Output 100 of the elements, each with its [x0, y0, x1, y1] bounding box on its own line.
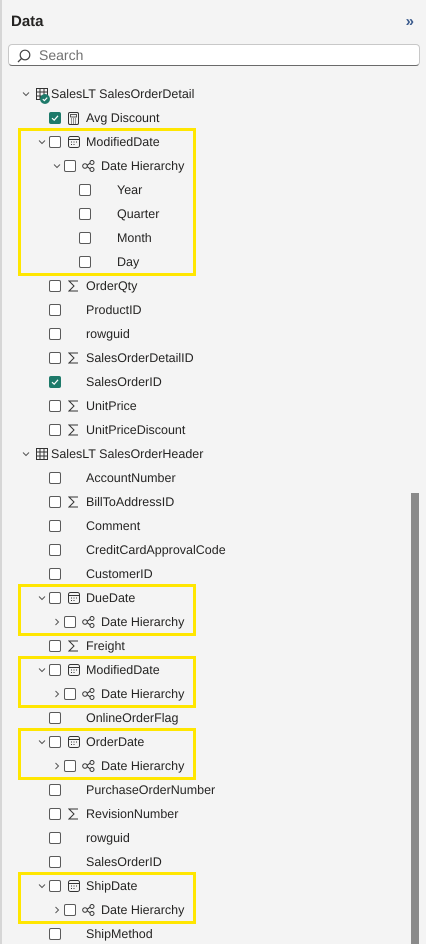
field-row[interactable]: ShipDate	[2, 874, 426, 898]
field-row[interactable]: Date Hierarchy	[2, 610, 426, 634]
checkbox[interactable]	[49, 832, 61, 844]
field-row[interactable]: Day	[2, 250, 426, 274]
field-row[interactable]: Avg Discount	[2, 106, 426, 130]
chevron-icon[interactable]	[38, 882, 46, 890]
field-row[interactable]: UnitPrice	[2, 394, 426, 418]
checkbox[interactable]	[49, 280, 61, 292]
chevron-icon[interactable]	[38, 138, 46, 146]
field-row[interactable]: SalesOrderID	[2, 850, 426, 874]
field-row[interactable]: Freight	[2, 634, 426, 658]
field-row[interactable]: Year	[2, 178, 426, 202]
field-row[interactable]: ModifiedDate	[2, 658, 426, 682]
checkbox[interactable]	[49, 568, 61, 580]
checkbox[interactable]	[64, 616, 76, 628]
checkbox[interactable]	[49, 880, 61, 892]
field-row[interactable]: BillToAddressID	[2, 490, 426, 514]
field-row[interactable]: SalesOrderID	[2, 370, 426, 394]
field-row[interactable]: ProductID	[2, 298, 426, 322]
checkbox[interactable]	[49, 592, 61, 604]
checkbox[interactable]	[49, 472, 61, 484]
table-icon	[36, 88, 48, 100]
field-row[interactable]: OrderQty	[2, 274, 426, 298]
checkbox[interactable]	[49, 640, 61, 652]
checkbox[interactable]	[49, 784, 61, 796]
field-row[interactable]: OnlineOrderFlag	[2, 706, 426, 730]
checkbox[interactable]	[49, 736, 61, 748]
field-row[interactable]: RevisionNumber	[2, 802, 426, 826]
checkbox[interactable]	[64, 160, 76, 172]
calendar-icon	[68, 664, 80, 676]
field-row[interactable]: UnitPriceDiscount	[2, 418, 426, 442]
checkbox[interactable]	[49, 400, 61, 412]
field-name: ProductID	[86, 303, 142, 317]
field-row[interactable]: Month	[2, 226, 426, 250]
chevron-icon[interactable]	[53, 906, 61, 914]
field-row[interactable]: ModifiedDate	[2, 130, 426, 154]
checkbox[interactable]	[64, 760, 76, 772]
chevron-icon[interactable]	[22, 450, 30, 458]
field-name: OrderQty	[86, 279, 138, 293]
checkbox[interactable]	[49, 856, 61, 868]
checkbox[interactable]	[49, 328, 61, 340]
chevron-icon[interactable]	[53, 762, 61, 770]
chevron-icon[interactable]	[38, 738, 46, 746]
checkbox[interactable]	[49, 496, 61, 508]
chevron-icon[interactable]	[53, 618, 61, 626]
checkbox[interactable]	[49, 928, 61, 940]
field-row[interactable]: Date Hierarchy	[2, 682, 426, 706]
checkbox[interactable]	[49, 808, 61, 820]
sigma-icon	[68, 424, 79, 436]
checkbox[interactable]	[49, 424, 61, 436]
table-name: SalesLT SalesOrderHeader	[51, 447, 204, 461]
field-row[interactable]: Date Hierarchy	[2, 154, 426, 178]
field-row[interactable]: PurchaseOrderNumber	[2, 778, 426, 802]
chevron-icon[interactable]	[38, 594, 46, 602]
checkbox[interactable]	[79, 232, 91, 244]
field-row[interactable]: rowguid	[2, 826, 426, 850]
field-row[interactable]: OrderDate	[2, 730, 426, 754]
sigma-icon	[68, 352, 79, 364]
checkbox[interactable]	[49, 520, 61, 532]
field-row[interactable]: Date Hierarchy	[2, 754, 426, 778]
scrollbar[interactable]	[411, 493, 419, 944]
checkbox[interactable]	[49, 304, 61, 316]
checkbox[interactable]	[49, 352, 61, 364]
field-name: Date Hierarchy	[101, 615, 184, 629]
field-row[interactable]: SalesOrderDetailID	[2, 346, 426, 370]
field-name: DueDate	[86, 591, 136, 605]
checkbox[interactable]	[49, 376, 61, 388]
table-icon	[36, 448, 48, 460]
field-row[interactable]: Comment	[2, 514, 426, 538]
checkbox[interactable]	[79, 184, 91, 196]
checkbox[interactable]	[49, 664, 61, 676]
search-field[interactable]: Search	[8, 44, 420, 66]
chevron-icon[interactable]	[53, 162, 61, 170]
field-row[interactable]: Date Hierarchy	[2, 898, 426, 922]
calendar-icon	[68, 136, 80, 148]
checkbox[interactable]	[79, 256, 91, 268]
field-name: Year	[117, 183, 142, 197]
field-row[interactable]: CustomerID	[2, 562, 426, 586]
field-row[interactable]: rowguid	[2, 322, 426, 346]
checkbox[interactable]	[79, 208, 91, 220]
checkbox[interactable]	[64, 688, 76, 700]
chevron-icon[interactable]	[22, 90, 30, 98]
field-name: Comment	[86, 519, 140, 533]
table-row[interactable]: SalesLT SalesOrderDetail	[2, 82, 426, 106]
checkbox[interactable]	[64, 904, 76, 916]
field-row[interactable]: AccountNumber	[2, 466, 426, 490]
checkbox[interactable]	[49, 136, 61, 148]
checkbox[interactable]	[49, 112, 61, 124]
field-row[interactable]: CreditCardApprovalCode	[2, 538, 426, 562]
field-name: ShipMethod	[86, 927, 153, 941]
chevron-icon[interactable]	[53, 690, 61, 698]
checkbox[interactable]	[49, 544, 61, 556]
field-row[interactable]: ShipMethod	[2, 922, 426, 944]
collapse-button[interactable]: »	[406, 12, 414, 30]
field-name: Date Hierarchy	[101, 687, 184, 701]
field-row[interactable]: DueDate	[2, 586, 426, 610]
table-row[interactable]: SalesLT SalesOrderHeader	[2, 442, 426, 466]
field-row[interactable]: Quarter	[2, 202, 426, 226]
chevron-icon[interactable]	[38, 666, 46, 674]
checkbox[interactable]	[49, 712, 61, 724]
